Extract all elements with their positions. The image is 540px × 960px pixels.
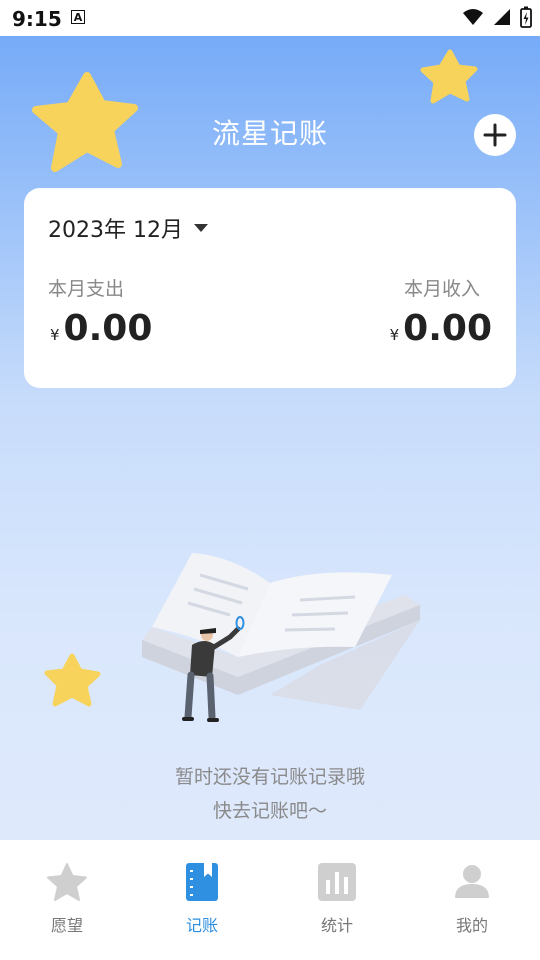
nav-item-bookkeeping[interactable]: 记账 xyxy=(152,862,252,936)
bottom-navigation: 愿望 记账 统计 我的 xyxy=(0,840,540,960)
nav-label-mine: 我的 xyxy=(455,916,488,935)
user-icon xyxy=(455,865,489,898)
income-value: 0.00 xyxy=(403,308,492,349)
empty-state-hint: 快去记账吧～ xyxy=(212,800,327,822)
empty-state-illustration xyxy=(142,553,420,722)
expense-label: 本月支出 xyxy=(48,278,125,300)
notification-icon: A xyxy=(71,10,85,24)
monthly-summary-card: 2023年 12月 本月支出 本月收入 ¥ 0.00 ¥ 0.00 xyxy=(24,188,516,388)
empty-state-message: 暂时还没有记账记录哦 xyxy=(174,766,365,788)
nav-label-statistics: 统计 xyxy=(320,916,353,935)
month-selector[interactable]: 2023年 12月 xyxy=(48,212,209,244)
status-icons xyxy=(462,6,532,28)
chart-icon xyxy=(318,863,356,901)
star-icon xyxy=(47,863,87,901)
nav-item-mine[interactable]: 我的 xyxy=(422,862,522,936)
page-title: 流星记账 xyxy=(211,117,328,150)
caret-down-icon xyxy=(193,224,208,232)
nav-item-wish[interactable]: 愿望 xyxy=(17,862,117,936)
nav-item-statistics[interactable]: 统计 xyxy=(287,862,387,936)
expense-value: 0.00 xyxy=(63,308,153,349)
add-record-button[interactable] xyxy=(474,114,516,156)
month-selector-label: 2023年 12月 xyxy=(48,218,183,243)
income-label: 本月收入 xyxy=(403,278,480,300)
star-decoration-bottom-left xyxy=(44,653,101,707)
wifi-icon xyxy=(463,9,483,25)
status-bar: 9:15 A xyxy=(0,0,540,36)
income-amount: ¥ 0.00 xyxy=(390,308,492,349)
nav-label-bookkeeping: 记账 xyxy=(185,916,218,935)
battery-icon xyxy=(520,6,532,28)
currency-symbol: ¥ xyxy=(389,326,400,344)
currency-symbol: ¥ xyxy=(50,326,60,344)
nav-label-wish: 愿望 xyxy=(50,916,83,935)
star-decoration-top-right xyxy=(420,49,478,104)
signal-icon xyxy=(494,9,510,25)
plus-icon xyxy=(483,123,507,147)
status-time: 9:15 xyxy=(12,7,62,31)
expense-amount: ¥ 0.00 xyxy=(50,308,152,349)
book-icon xyxy=(186,863,218,901)
